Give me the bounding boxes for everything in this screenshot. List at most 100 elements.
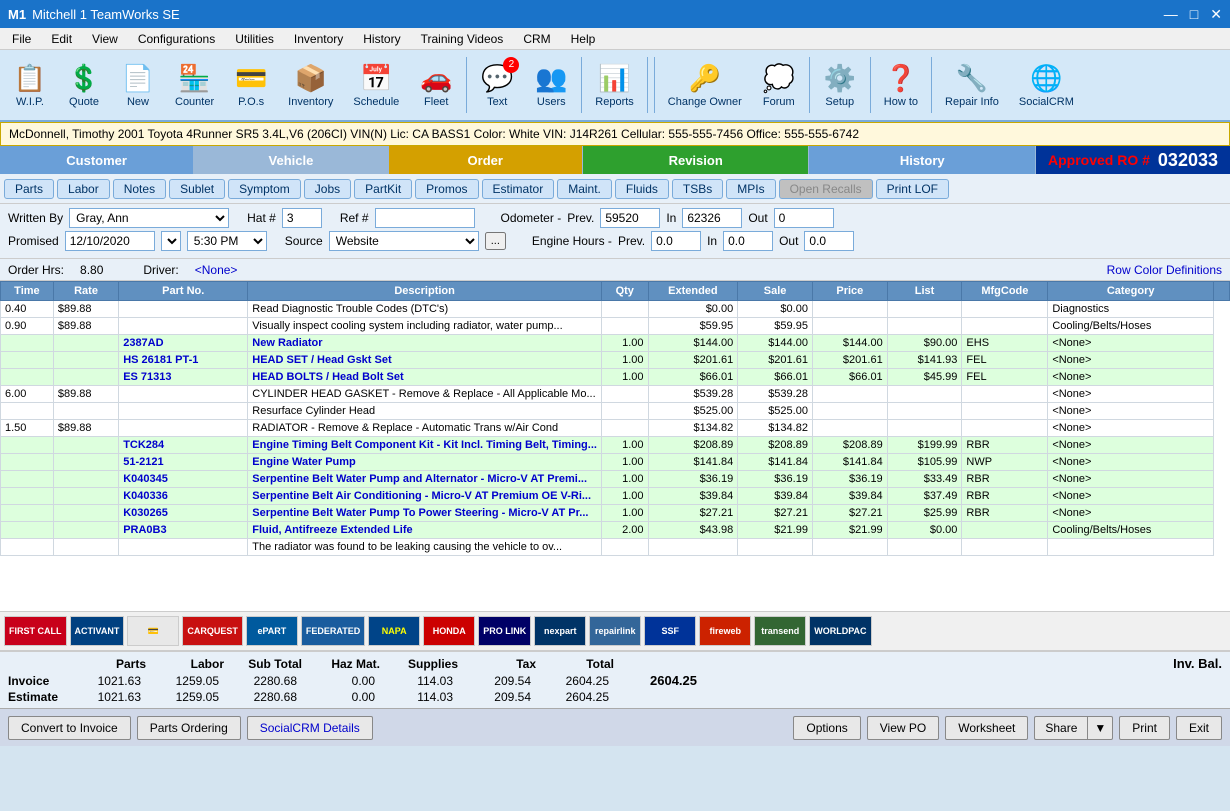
vendor-logo-6[interactable]: NAPA: [368, 616, 420, 646]
toolbar-btn-pos[interactable]: 💳P.O.s: [225, 53, 277, 117]
table-row[interactable]: 0.40$89.88Read Diagnostic Trouble Codes …: [1, 301, 1230, 318]
maximize-button[interactable]: □: [1190, 6, 1198, 23]
sub-tab-estimator[interactable]: Estimator: [482, 179, 555, 199]
sub-tab-labor[interactable]: Labor: [57, 179, 110, 199]
close-button[interactable]: ✕: [1210, 6, 1222, 23]
socialcrm-details-button[interactable]: SocialCRM Details: [247, 716, 373, 740]
menu-item-crm[interactable]: CRM: [515, 30, 558, 48]
vendor-logo-1[interactable]: ACTIVANT: [70, 616, 125, 646]
promised-date-select[interactable]: ▼: [161, 231, 181, 251]
tab-customer[interactable]: Customer: [0, 146, 194, 174]
sub-tab-tsbs[interactable]: TSBs: [672, 179, 723, 199]
table-row[interactable]: 1.50$89.88RADIATOR - Remove & Replace - …: [1, 420, 1230, 437]
ref-input[interactable]: [375, 208, 475, 228]
menu-item-view[interactable]: View: [84, 30, 126, 48]
table-row[interactable]: K040345Serpentine Belt Water Pump and Al…: [1, 471, 1230, 488]
toolbar-btn-reports[interactable]: 📊Reports: [586, 53, 643, 117]
vendor-logo-11[interactable]: SSF: [644, 616, 696, 646]
source-ellipsis-button[interactable]: ...: [485, 232, 506, 250]
sub-tab-sublet[interactable]: Sublet: [169, 179, 225, 199]
toolbar-btn-counter[interactable]: 🏪Counter: [166, 53, 223, 117]
toolbar-btn-new[interactable]: 📄New: [112, 53, 164, 117]
toolbar-btn-forum[interactable]: 💭Forum: [753, 53, 805, 117]
sub-tab-promos[interactable]: Promos: [415, 179, 478, 199]
table-row[interactable]: K030265Serpentine Belt Water Pump To Pow…: [1, 505, 1230, 522]
menu-item-configurations[interactable]: Configurations: [130, 30, 223, 48]
exit-button[interactable]: Exit: [1176, 716, 1222, 740]
parts-ordering-button[interactable]: Parts Ordering: [137, 716, 241, 740]
sub-tab-jobs[interactable]: Jobs: [304, 179, 351, 199]
engine-prev-input[interactable]: [651, 231, 701, 251]
promised-time-select[interactable]: 5:30 PM: [187, 231, 267, 251]
tab-history[interactable]: History: [809, 146, 1036, 174]
toolbar-btn-socialcrm[interactable]: 🌐SocialCRM: [1010, 53, 1083, 117]
vendor-logo-3[interactable]: CARQUEST: [182, 616, 243, 646]
convert-to-invoice-button[interactable]: Convert to Invoice: [8, 716, 131, 740]
table-row[interactable]: HS 26181 PT-1HEAD SET / Head Gskt Set1.0…: [1, 352, 1230, 369]
vendor-logo-12[interactable]: fireweb: [699, 616, 751, 646]
row-color-definitions-link[interactable]: Row Color Definitions: [1107, 263, 1222, 277]
table-row[interactable]: ES 71313HEAD BOLTS / Head Bolt Set1.00$6…: [1, 369, 1230, 386]
table-row[interactable]: 0.90$89.88Visually inspect cooling syste…: [1, 318, 1230, 335]
toolbar-btn-fleet[interactable]: 🚗Fleet: [410, 53, 462, 117]
sub-tab-symptom[interactable]: Symptom: [228, 179, 301, 199]
table-row[interactable]: K040336Serpentine Belt Air Conditioning …: [1, 488, 1230, 505]
toolbar-btn-setup[interactable]: ⚙️Setup: [814, 53, 866, 117]
tab-order[interactable]: Order: [389, 146, 583, 174]
share-button[interactable]: Share: [1034, 716, 1087, 740]
sub-tab-fluids[interactable]: Fluids: [615, 179, 669, 199]
toolbar-btn-how-to[interactable]: ❓How to: [875, 53, 927, 117]
sub-tab-notes[interactable]: Notes: [113, 179, 166, 199]
toolbar-btn-wip[interactable]: 📋W.I.P.: [4, 53, 56, 117]
sub-tab-parts[interactable]: Parts: [4, 179, 54, 199]
vendor-logo-2[interactable]: 💳: [127, 616, 179, 646]
table-row[interactable]: 2387ADNew Radiator1.00$144.00$144.00$144…: [1, 335, 1230, 352]
hat-input[interactable]: [282, 208, 322, 228]
table-row[interactable]: 6.00$89.88CYLINDER HEAD GASKET - Remove …: [1, 386, 1230, 403]
engine-in-input[interactable]: [723, 231, 773, 251]
vendor-logo-10[interactable]: repairlink: [589, 616, 641, 646]
vendor-logo-4[interactable]: ePART: [246, 616, 298, 646]
sub-tab-print-lof[interactable]: Print LOF: [876, 179, 949, 199]
table-row[interactable]: TCK284Engine Timing Belt Component Kit -…: [1, 437, 1230, 454]
vendor-logo-13[interactable]: transend: [754, 616, 806, 646]
engine-out-input[interactable]: [804, 231, 854, 251]
menu-item-training-videos[interactable]: Training Videos: [413, 30, 512, 48]
table-row[interactable]: 51-2121Engine Water Pump1.00$141.84$141.…: [1, 454, 1230, 471]
menu-item-history[interactable]: History: [355, 30, 408, 48]
toolbar-btn-users[interactable]: 👥Users: [525, 53, 577, 117]
vendor-logo-7[interactable]: HONDA: [423, 616, 475, 646]
menu-item-help[interactable]: Help: [563, 30, 604, 48]
promised-date-input[interactable]: [65, 231, 155, 251]
title-bar-controls[interactable]: — □ ✕: [1164, 6, 1222, 23]
vendor-logo-9[interactable]: nexpart: [534, 616, 586, 646]
menu-item-file[interactable]: File: [4, 30, 39, 48]
menu-item-utilities[interactable]: Utilities: [227, 30, 282, 48]
toolbar-btn-change-owner[interactable]: 🔑Change Owner: [659, 53, 751, 117]
table-row[interactable]: Resurface Cylinder Head$525.00$525.00<No…: [1, 403, 1230, 420]
out-odometer-input[interactable]: [774, 208, 834, 228]
print-button[interactable]: Print: [1119, 716, 1170, 740]
vendor-logo-0[interactable]: FIRST CALL: [4, 616, 67, 646]
tab-vehicle[interactable]: Vehicle: [194, 146, 388, 174]
worksheet-button[interactable]: Worksheet: [945, 716, 1028, 740]
toolbar-btn-schedule[interactable]: 📅Schedule: [344, 53, 408, 117]
toolbar-btn-text[interactable]: 💬2Text: [471, 53, 523, 117]
driver-value[interactable]: <None>: [195, 263, 238, 277]
sub-tab-partkit[interactable]: PartKit: [354, 179, 412, 199]
share-dropdown[interactable]: Share ▼: [1034, 716, 1113, 740]
menu-item-inventory[interactable]: Inventory: [286, 30, 351, 48]
prev-odometer-input[interactable]: [600, 208, 660, 228]
toolbar-btn-repair-info[interactable]: 🔧Repair Info: [936, 53, 1008, 117]
in-odometer-input[interactable]: [682, 208, 742, 228]
toolbar-btn-quote[interactable]: 💲Quote: [58, 53, 110, 117]
source-select[interactable]: Website: [329, 231, 479, 251]
vendor-logo-8[interactable]: PRO LINK: [478, 616, 531, 646]
menu-item-edit[interactable]: Edit: [43, 30, 80, 48]
minimize-button[interactable]: —: [1164, 6, 1178, 23]
sub-tab-mpis[interactable]: MPIs: [726, 179, 775, 199]
table-row[interactable]: PRA0B3Fluid, Antifreeze Extended Life2.0…: [1, 522, 1230, 539]
options-button[interactable]: Options: [793, 716, 860, 740]
sub-tab-open-recalls[interactable]: Open Recalls: [779, 179, 873, 199]
written-by-select[interactable]: Gray, Ann: [69, 208, 229, 228]
